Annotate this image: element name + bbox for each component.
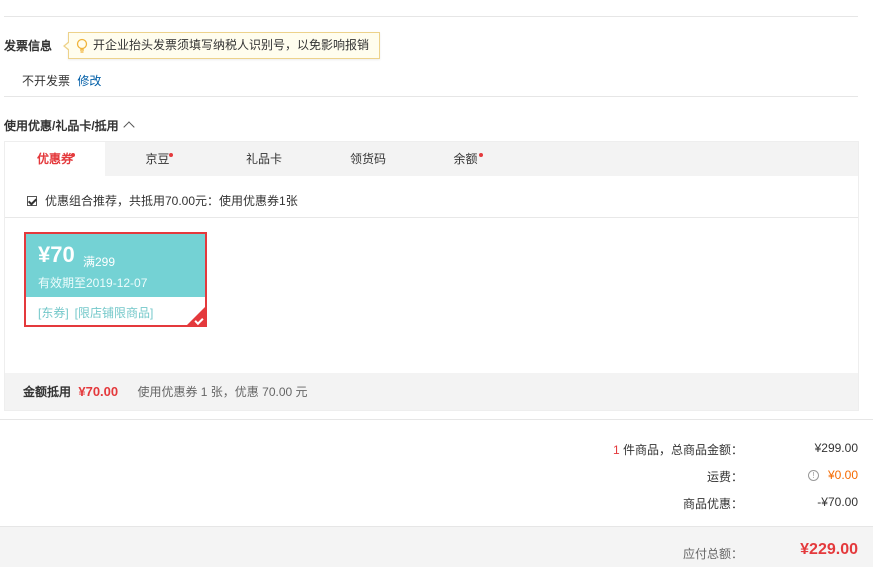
invoice-tip: 开企业抬头发票须填写纳税人识别号，以免影响报销 [63,32,381,59]
shipping-value-row: ! ¥0.00 [807,468,858,482]
items-total-label: 1 件商品，总商品金额： [613,441,743,458]
shipping-value: ¥0.00 [827,468,858,482]
invoice-title: 发票信息 [4,39,53,53]
payable-bar: 应付总额： ¥229.00 [0,526,873,567]
items-label: 件商品，总商品金额： [619,443,743,457]
combo-divider [5,217,858,218]
info-icon[interactable]: ! [807,470,819,481]
items-count: 1 [612,443,620,457]
tab-gift-card[interactable]: 礼品卡 [210,142,318,176]
notification-dot [479,153,483,157]
tab-label: 京豆 [145,152,170,166]
summary-label: 金额抵用 [23,385,72,399]
tab-jingdou[interactable]: 京豆 [105,142,210,176]
tab-label: 礼品卡 [245,152,282,166]
coupon-panel: 优惠券 京豆 礼品卡 领货码 余额 优惠组合推荐，共抵用70.00元：使用优惠券… [4,141,859,411]
coupon-tag: [限店铺限商品] [74,306,154,320]
summary-amount: ¥70.00 [78,384,119,399]
shipping-label: 运费： [706,470,743,484]
combo-checkbox[interactable] [27,195,37,206]
coupon-condition: 满299 [83,255,116,269]
chevron-up-icon[interactable] [123,121,135,133]
top-divider [4,16,858,17]
coupon-amount: ¥70 [38,242,75,267]
lightbulb-icon [76,38,88,53]
tip-arrow-inner [65,42,70,50]
discount-label: 商品优惠： [682,497,743,511]
coupon-section-title[interactable]: 使用优惠/礼品卡/抵用 [4,117,135,134]
invoice-modify-link[interactable]: 修改 [77,74,101,88]
combo-text: 优惠组合推荐，共抵用70.00元：使用优惠券1张 [45,194,298,208]
payable-value: ¥229.00 [800,541,858,558]
tab-label: 优惠券 [36,152,73,166]
items-total-value: ¥299.00 [814,441,858,455]
coupon-header: ¥70 满299 有效期至2019-12-07 [26,234,205,297]
tip-text: 开企业抬头发票须填写纳税人识别号，以免影响报销 [93,38,370,52]
summary-desc: 使用优惠券 1 张，优惠 70.00 元 [137,385,308,399]
notification-dot [71,153,75,157]
discount-value: -¥70.00 [817,495,858,509]
invoice-status-row: 不开发票 修改 [22,72,101,89]
coupon-tag: [东券] [38,306,69,320]
invoice-status: 不开发票 [22,74,71,88]
coupon-summary-bar: 金额抵用 ¥70.00 使用优惠券 1 张，优惠 70.00 元 [5,373,858,410]
coupon-tabs: 优惠券 京豆 礼品卡 领货码 余额 [5,142,858,177]
tab-label: 领货码 [349,152,386,166]
combo-recommend-row[interactable]: 优惠组合推荐，共抵用70.00元：使用优惠券1张 [27,192,298,209]
tab-redeem-code[interactable]: 领货码 [318,142,418,176]
tab-coupon[interactable]: 优惠券 [5,142,105,177]
tab-balance[interactable]: 余额 [418,142,513,176]
invoice-divider [4,96,858,97]
notification-dot [169,153,173,157]
totals-divider [0,419,873,420]
coupon-valid-date: 有效期至2019-12-07 [38,276,148,290]
coupon-tags: [东券] [限店铺限商品] [38,304,159,321]
tab-label: 余额 [453,152,478,166]
payable-label: 应付总额： [682,547,743,561]
coupon-section-label: 使用优惠/礼品卡/抵用 [4,119,119,133]
coupon-card[interactable]: ¥70 满299 有效期至2019-12-07 [东券] [限店铺限商品] [24,232,207,327]
